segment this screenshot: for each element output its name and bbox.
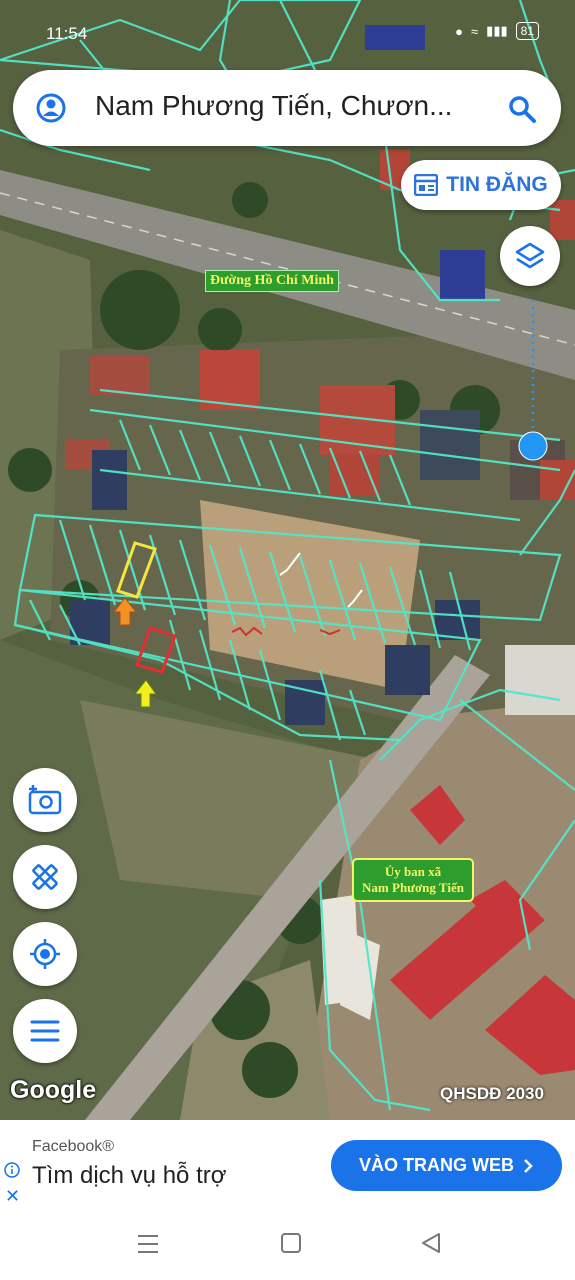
battery-icon: 81 bbox=[515, 22, 539, 40]
status-bar: 11:54 ● ≈ ▮▮▮ 81 bbox=[0, 18, 575, 48]
ad-info-icon[interactable] bbox=[4, 1162, 20, 1178]
ad-cta-label: VÀO TRANG WEB bbox=[359, 1155, 514, 1175]
road-label: Đường Hồ Chí Minh bbox=[205, 270, 339, 292]
status-icons: ● ≈ ▮▮▮ 81 bbox=[455, 22, 539, 40]
ad-cta-button[interactable]: VÀO TRANG WEB bbox=[331, 1140, 562, 1191]
my-location-button[interactable] bbox=[13, 922, 77, 986]
ruler-pencil-icon bbox=[32, 864, 58, 890]
post-listing-label: TIN ĐĂNG bbox=[446, 173, 548, 196]
post-listing-button[interactable]: TIN ĐĂNG bbox=[401, 160, 561, 210]
crosshair-icon bbox=[30, 939, 60, 969]
layers-button[interactable] bbox=[500, 226, 560, 286]
recent-apps-icon[interactable] bbox=[136, 1232, 160, 1256]
measure-tool-button[interactable] bbox=[13, 845, 77, 909]
layers-icon bbox=[515, 242, 545, 269]
search-bar[interactable]: Nam Phương Tiến, Chươn... bbox=[13, 70, 561, 146]
office-label-line2: Nam Phương Tiến bbox=[362, 880, 464, 895]
google-logo: Google bbox=[10, 1076, 97, 1104]
search-icon[interactable] bbox=[507, 94, 537, 124]
location-icon: ● bbox=[455, 23, 464, 39]
current-location-dot bbox=[518, 431, 548, 461]
satellite-map[interactable]: 11:54 ● ≈ ▮▮▮ 81 Nam Phương Tiến, Chươn.… bbox=[0, 0, 575, 1120]
menu-button[interactable] bbox=[13, 999, 77, 1063]
ad-sponsor: Facebook® bbox=[32, 1138, 115, 1155]
account-icon[interactable] bbox=[35, 92, 67, 124]
ad-headline: Tìm dịch vụ hỗ trợ bbox=[32, 1162, 227, 1189]
add-photo-button[interactable] bbox=[13, 768, 77, 832]
ad-banner[interactable]: ✕ Facebook® Tìm dịch vụ hỗ trợ VÀO TRANG… bbox=[0, 1120, 575, 1212]
commune-office-label: Ủy ban xã Nam Phương Tiến bbox=[352, 858, 474, 902]
home-icon[interactable] bbox=[280, 1232, 302, 1254]
menu-icon bbox=[30, 1020, 60, 1042]
status-time: 11:54 bbox=[46, 24, 88, 43]
back-icon[interactable] bbox=[420, 1232, 442, 1254]
wifi-icon: ≈ bbox=[471, 23, 479, 39]
chevron-right-icon bbox=[524, 1158, 533, 1173]
listing-icon bbox=[414, 174, 439, 196]
ad-close-icon[interactable]: ✕ bbox=[5, 1186, 20, 1207]
system-nav-bar bbox=[0, 1212, 575, 1280]
search-query[interactable]: Nam Phương Tiến, Chươn... bbox=[95, 90, 495, 122]
map-layer-name: QHSDĐ 2030 bbox=[440, 1084, 544, 1103]
camera-plus-icon bbox=[28, 785, 62, 815]
office-label-line1: Ủy ban xã bbox=[384, 864, 442, 879]
signal-icon: ▮▮▮ bbox=[486, 23, 508, 38]
